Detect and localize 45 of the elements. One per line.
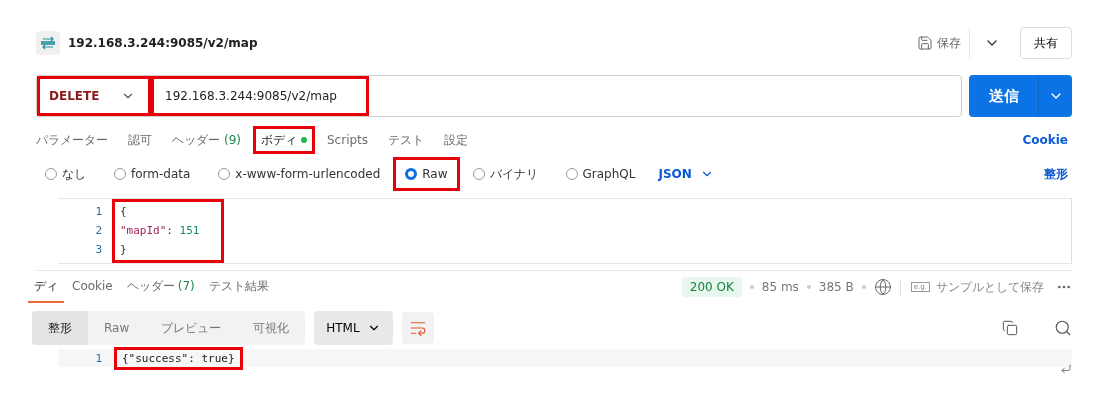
- body-type-radio[interactable]: form-data: [108, 163, 197, 185]
- share-button[interactable]: 共有: [1020, 27, 1072, 59]
- request-tab[interactable]: 認可: [120, 126, 160, 154]
- globe-icon[interactable]: [873, 278, 892, 296]
- view-mode-tab[interactable]: プレビュー: [145, 311, 238, 345]
- request-body-code[interactable]: { "mapId": 151 }: [112, 199, 224, 263]
- line-wrap-icon: [1060, 363, 1072, 375]
- response-tab[interactable]: テスト結果: [202, 271, 275, 303]
- response-tab[interactable]: ディ: [28, 271, 64, 303]
- cookie-link[interactable]: Cookie: [1018, 133, 1072, 147]
- wrap-button[interactable]: [402, 312, 435, 344]
- line-number: 1: [94, 350, 102, 367]
- request-tab[interactable]: ボディ: [253, 126, 315, 154]
- request-tab[interactable]: パラメーター: [36, 126, 116, 154]
- format-select[interactable]: JSON: [654, 167, 718, 181]
- request-tab[interactable]: ヘッダー (9): [164, 126, 249, 154]
- response-body-code[interactable]: {"success": true}: [114, 346, 243, 370]
- request-title: 192.168.3.244:9085/v2/map: [68, 36, 258, 50]
- line-number: 2: [95, 223, 102, 239]
- body-type-radio[interactable]: x-www-form-urlencoded: [212, 163, 387, 185]
- response-format-select[interactable]: HTML: [314, 311, 394, 345]
- save-button[interactable]: 保存: [917, 28, 970, 58]
- request-tab[interactable]: 設定: [436, 126, 477, 154]
- response-size: 385 B: [818, 280, 854, 294]
- response-tab[interactable]: ヘッダー (7): [120, 271, 201, 303]
- body-type-radio[interactable]: GraphQL: [559, 163, 642, 185]
- response-tab[interactable]: Cookie: [66, 271, 119, 303]
- http-icon: [36, 31, 60, 55]
- status-badge: 200 OK: [681, 277, 742, 297]
- line-number: 3: [95, 242, 102, 258]
- copy-icon[interactable]: [1002, 320, 1018, 336]
- request-tab[interactable]: テスト: [380, 126, 433, 154]
- request-tab[interactable]: Scripts: [319, 126, 377, 154]
- body-type-radio[interactable]: なし: [39, 161, 92, 187]
- search-icon[interactable]: [1054, 319, 1072, 337]
- body-type-radio[interactable]: バイナリ: [466, 161, 544, 187]
- save-icon: [917, 35, 933, 51]
- beautify-link[interactable]: 整形: [1040, 165, 1072, 183]
- view-mode-tab[interactable]: 可視化: [237, 311, 306, 345]
- line-number: 1: [95, 204, 102, 220]
- body-type-radio[interactable]: Raw: [399, 163, 454, 185]
- view-mode-tab[interactable]: Raw: [88, 311, 146, 345]
- response-time: 85 ms: [761, 280, 799, 294]
- view-mode-tab[interactable]: 整形: [32, 311, 88, 345]
- wrap-icon: [409, 319, 428, 337]
